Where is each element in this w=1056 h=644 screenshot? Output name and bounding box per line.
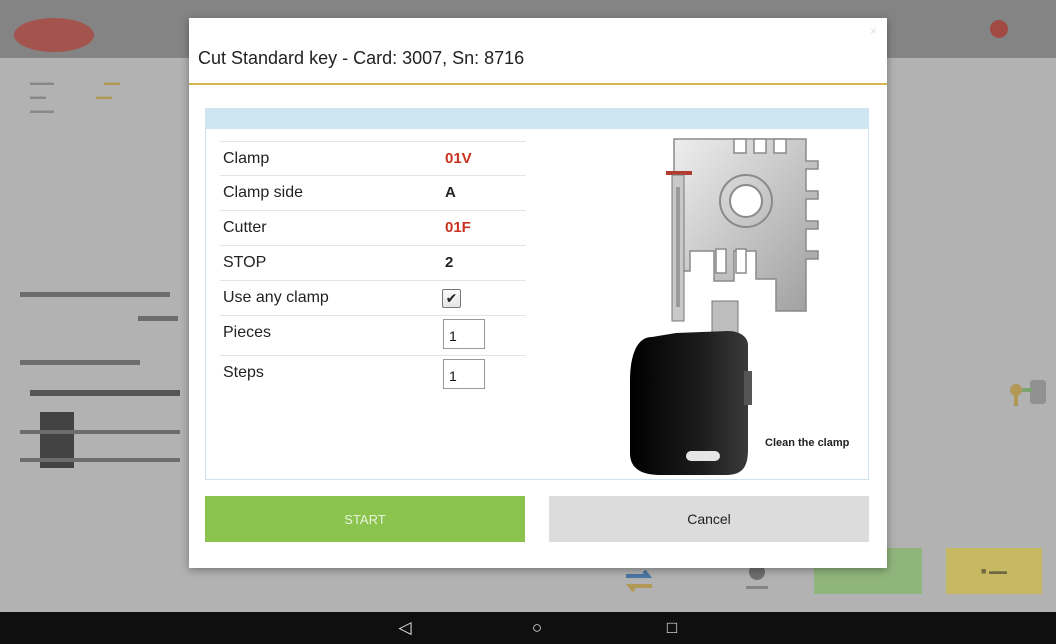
recents-icon[interactable]: □ (660, 618, 684, 638)
start-button[interactable]: START (205, 496, 525, 542)
clamp-side-label: Clamp side (223, 184, 304, 201)
steps-input[interactable]: 1 (443, 359, 485, 389)
cancel-button[interactable]: Cancel (549, 496, 869, 542)
stop-value: 2 (445, 254, 454, 271)
steps-label: Steps (223, 364, 264, 381)
clamp-side-row: Clamp side A (220, 176, 526, 211)
title-divider (189, 83, 887, 85)
panel-header (206, 109, 868, 129)
stop-row: STOP 2 (220, 246, 526, 281)
use-any-clamp-label: Use any clamp (223, 289, 329, 306)
settings-panel: Clamp 01V Clamp side A Cutter 01F STOP 2… (205, 108, 869, 480)
dialog-title: Cut Standard key - Card: 3007, Sn: 8716 (198, 48, 525, 68)
use-any-clamp-checkbox[interactable]: ✔ (442, 289, 461, 308)
pieces-row: Pieces 1 (220, 316, 526, 356)
clamp-side-value: A (445, 184, 456, 201)
cutter-value: 01F (445, 219, 471, 236)
steps-row: Steps 1 (220, 356, 526, 396)
illustration-caption: Clean the clamp (765, 437, 850, 449)
android-nav-bar: ◁ ○ □ (0, 612, 1056, 644)
cutter-label: Cutter (223, 219, 267, 236)
cut-settings-form: Clamp 01V Clamp side A Cutter 01F STOP 2… (220, 141, 526, 396)
clamp-value: 01V (445, 150, 472, 167)
cutter-row: Cutter 01F (220, 211, 526, 246)
pieces-label: Pieces (223, 324, 272, 341)
back-icon[interactable]: ◁ (393, 618, 417, 638)
pieces-input[interactable]: 1 (443, 319, 485, 349)
cut-key-dialog: Cut Standard key - Card: 3007, Sn: 8716 … (189, 18, 887, 568)
home-icon[interactable]: ○ (525, 618, 549, 638)
close-icon[interactable]: × (870, 24, 877, 38)
use-any-clamp-row: Use any clamp ✔ (220, 281, 526, 316)
clamp-row: Clamp 01V (220, 141, 526, 176)
clamp-illustration (616, 131, 856, 477)
stop-label: STOP (223, 254, 267, 271)
clamp-label: Clamp (223, 150, 270, 167)
